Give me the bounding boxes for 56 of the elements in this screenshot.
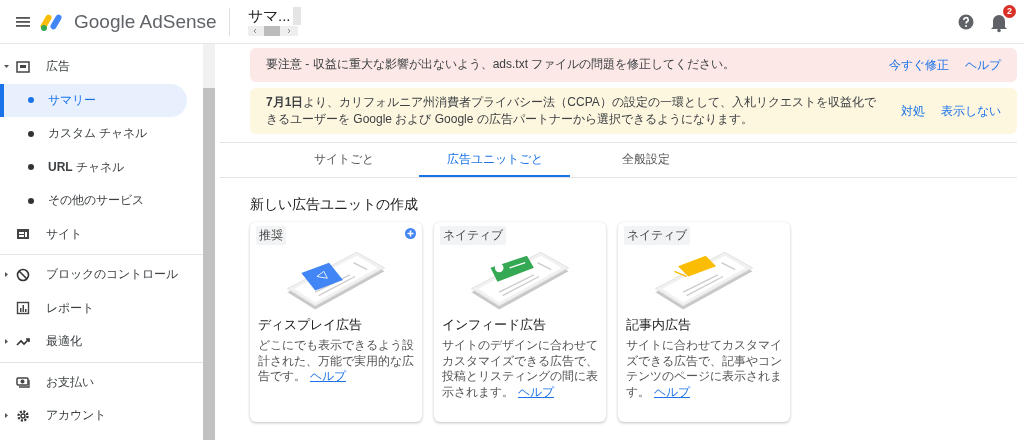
caret-icon[interactable] — [4, 272, 9, 278]
ad-icon — [16, 60, 30, 73]
nav-item[interactable]: サイト — [0, 217, 187, 251]
help-link[interactable]: ヘルプ — [654, 384, 690, 399]
nav-item[interactable]: レポート — [0, 291, 187, 325]
nav-subitem[interactable]: その他のサービス — [0, 184, 187, 218]
page-title: サマ... — [248, 7, 291, 26]
horizontal-scrollbar-icon — [248, 26, 298, 36]
money-icon — [16, 376, 30, 389]
nav-subitem[interactable]: URL チャネル — [0, 150, 187, 184]
alert-link[interactable]: ヘルプ — [965, 56, 1001, 74]
help-link[interactable]: ヘルプ — [518, 384, 554, 399]
alert-link[interactable]: 対処 — [901, 102, 925, 120]
nav-item[interactable]: 広告 — [0, 50, 187, 84]
menu-icon[interactable] — [16, 15, 30, 28]
help-link[interactable]: ヘルプ — [310, 369, 346, 384]
caret-icon[interactable] — [4, 413, 9, 419]
nav-item[interactable]: 最適化 — [0, 325, 187, 359]
card-description: サイトのデザインに合わせてカスタマイズできる広告で、投稿とリスティングの間に表示されます。 ヘルプ — [442, 338, 599, 401]
chart-icon — [16, 301, 30, 316]
ad-unit-card[interactable]: 推奨 ディスプレイ広告 どこにでも表示できるよう設計された、万能で実用的な広告です。 ヘルプ — [250, 222, 422, 422]
alert-message: 要注意 - 収益に重大な影響が出ないよう、ads.txt ファイルの問題を修正してください。 — [266, 56, 737, 74]
settings-icon — [16, 408, 30, 423]
plus-icon[interactable] — [405, 228, 416, 239]
card-description: サイトに合わせてカスタマイズできる広告で、記事やコンテンツのページに表示されます。 ヘルプ — [626, 338, 783, 401]
brand-name: Google AdSense — [74, 10, 217, 33]
help-icon[interactable] — [958, 13, 974, 30]
tab[interactable]: 広告ユニットごと — [419, 143, 570, 177]
nav-subitem[interactable]: カスタム チャネル — [0, 117, 187, 151]
card-title: インフィード広告 — [442, 317, 547, 334]
card-tag: ネイティブ — [440, 226, 506, 245]
card-tag: 推奨 — [256, 226, 286, 245]
nav-item[interactable]: お支払い — [0, 365, 187, 399]
nav-item[interactable]: ブロックのコントロール — [0, 258, 187, 292]
card-title: 記事内広告 — [626, 317, 692, 334]
notification-badge: 2 — [1003, 4, 1016, 18]
card-description: どこにでも表示できるよう設計された、万能で実用的な広告です。 ヘルプ — [258, 338, 415, 385]
tab[interactable]: サイトごと — [268, 143, 419, 177]
scrollbar[interactable] — [203, 44, 215, 440]
alert-message: 7月1日より、カリフォルニア州消費者プライバシー法（CCPA）の設定の一環として、入札リクエストを収益化できるユーザーを Google および Google の広告パートナーから選択できるようになります。 — [266, 93, 877, 128]
nav-subitem[interactable]: サマリー — [0, 83, 187, 117]
ad-unit-card[interactable]: ネイティブ 記事内広告 サイトに合わせてカスタマイズできる広告で、記事やコンテンツのページに表示されます。 ヘルプ — [618, 222, 790, 422]
section-title: 新しい広告ユニットの作成 — [250, 196, 419, 214]
card-tag: ネイティブ — [624, 226, 690, 245]
alert-link[interactable]: 表示しない — [941, 102, 1001, 120]
caret-icon[interactable] — [4, 64, 9, 70]
card-title: ディスプレイ広告 — [258, 317, 363, 334]
tab[interactable]: 全般設定 — [570, 143, 721, 177]
vertical-scrollbar-icon — [292, 7, 301, 25]
trend-icon — [16, 336, 30, 347]
alert-link[interactable]: 今すぐ修正 — [889, 56, 949, 74]
caret-icon[interactable] — [4, 339, 9, 345]
block-icon — [16, 267, 30, 282]
ad-unit-card[interactable]: ネイティブ インフィード広告 サイトのデザインに合わせてカスタマイズできる広告で、投稿とリスティングの間に表示されます。 ヘルプ — [434, 222, 606, 422]
nav-item[interactable]: アカウント — [0, 399, 187, 433]
site-icon — [16, 228, 30, 241]
